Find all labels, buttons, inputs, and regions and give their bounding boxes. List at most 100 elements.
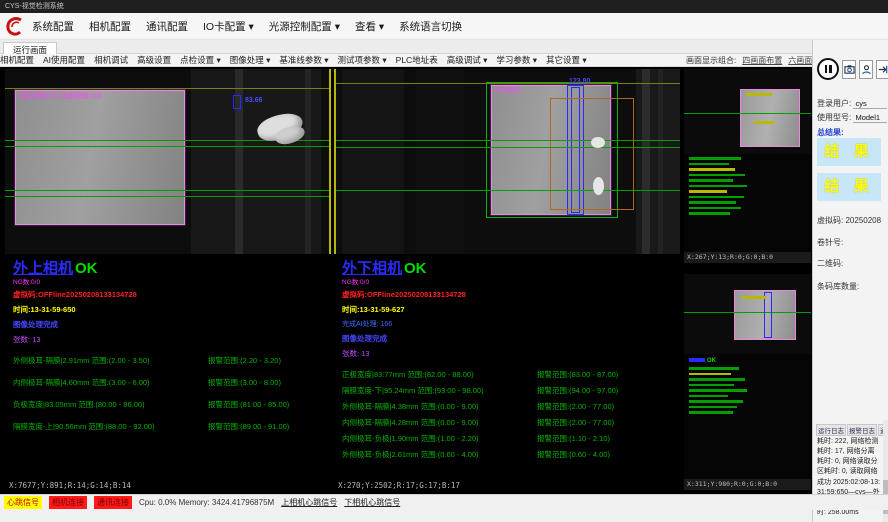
toolbar-item[interactable]: 点检设置 ▾ bbox=[180, 54, 221, 66]
menu-item[interactable]: 系统语言切换 bbox=[399, 19, 462, 34]
time-line: 时间:13-31-59-650 bbox=[13, 304, 329, 315]
menu-item[interactable]: 系统配置 bbox=[32, 19, 74, 34]
machine-background bbox=[342, 69, 404, 254]
alarm-range: 报警范围:(2.00 - 77.00) bbox=[537, 417, 614, 428]
measure-marker bbox=[764, 292, 772, 338]
roi-rect-secondary bbox=[550, 98, 634, 210]
measurement-rows: 外侧极耳-隔膜|2.91mm 范围:(2.00 - 3.50) 报警范围:(2.… bbox=[13, 355, 329, 432]
camera-view-outer-lower[interactable]: AI检测区 123.80 外下相机OK NG数:0/0 虚拟码:OFFline2… bbox=[334, 69, 680, 492]
status-bar: 心跳信号 相机连接 通讯连接 Cpu: 0.0% Memory: 3424.41… bbox=[0, 494, 888, 510]
alarm-range: 报警范围:(81.00 - 85.00) bbox=[208, 399, 289, 410]
pause-button[interactable] bbox=[817, 58, 839, 80]
camera-image-small-top[interactable] bbox=[684, 69, 811, 154]
virtual-code-value: 20250208 bbox=[845, 216, 881, 225]
pixel-coords-readout: X:7677;Y:891;R:14;G:14;B:14 bbox=[9, 481, 131, 492]
upper-camera-heartbeat-link[interactable]: 上相机心跳信号 bbox=[281, 497, 337, 508]
toolbar-item[interactable]: 相机调试 bbox=[94, 54, 128, 66]
qr-label: 二维码: bbox=[817, 259, 843, 268]
machine-bar bbox=[642, 69, 650, 254]
measurement-value: 正极宽度|83.77mm 范围:(82.00 - 88.00) bbox=[342, 369, 537, 380]
toolbar-item[interactable]: PLC地址表 bbox=[396, 54, 438, 66]
toolbar-item[interactable]: 图像处理 ▾ bbox=[230, 54, 271, 66]
layout-selector: 画面显示组合: 四画面布置 六画面布置 bbox=[686, 54, 828, 67]
model-value[interactable]: Model1 bbox=[853, 113, 887, 123]
measurement-value: 内侧极耳-负极|1.90mm 范围:(1.00 - 2.20) bbox=[342, 433, 537, 444]
menu-item[interactable]: 相机配置 bbox=[89, 19, 131, 34]
threshold-overlay-label: 固定阈值:93, 动态阈值:100 bbox=[19, 91, 102, 101]
alarm-range: 报警范围:(0.60 - 4.00) bbox=[537, 449, 610, 460]
measurement-row: 隔膜宽度-下|95.24mm 范围:(93.00 - 98.00) 报警范围:(… bbox=[342, 385, 678, 396]
toolbar-item[interactable]: 基准线参数 ▾ bbox=[279, 54, 328, 66]
menu-item[interactable]: 查看 ▾ bbox=[355, 19, 384, 34]
measurement-row: 隔膜宽度-上|90.56mm 范围:(88.00 - 92.00) 报警范围:(… bbox=[13, 421, 329, 432]
result-display-lower: 结 果 bbox=[817, 173, 881, 201]
toolbar-item[interactable]: 高级设置 bbox=[137, 54, 171, 66]
user-tool-button[interactable] bbox=[859, 60, 873, 79]
barcode-line: 虚拟码:OFFline20250208133134728 bbox=[342, 289, 678, 300]
measurement-value: 内侧极耳-隔膜|4.28mm 范围:(0.00 - 9.00) bbox=[342, 417, 537, 428]
measure-line bbox=[5, 146, 329, 147]
camera-view-small-bottom[interactable]: OK X:311;Y:980;R:0;G:0;B:0 bbox=[684, 274, 811, 490]
film-region bbox=[740, 89, 800, 147]
alarm-range: 报警范围:(89.00 - 91.00) bbox=[208, 421, 289, 432]
cpu-memory-readout: Cpu: 0.0% Memory: 3424.41796875M bbox=[139, 498, 274, 507]
needle-row: 卷针号: bbox=[817, 237, 885, 248]
reflection-spot bbox=[591, 137, 605, 148]
lower-camera-heartbeat-link[interactable]: 下相机心跳信号 bbox=[344, 497, 400, 508]
pixel-coords-readout: X:270;Y:2502;R:17;G:17;B:17 bbox=[338, 481, 460, 492]
process-done-line: 图像处理完成 bbox=[342, 333, 678, 344]
log-tab[interactable]: 运行日志 bbox=[816, 424, 846, 436]
ai-process-line: 完成AI处理: 166 bbox=[342, 319, 678, 329]
camera-image-outer-lower[interactable]: AI检测区 123.80 bbox=[334, 69, 680, 254]
toolbar: 相机配置 AI使用配置相机调试高级设置点检设置 ▾ 图像处理 ▾ 基准线参数 ▾ 测试项… bbox=[0, 54, 888, 67]
camera-view-outer-upper[interactable]: 固定阈值:93, 动态阈值:100 83.66 外上相机OK NG数:0/0 虚… bbox=[5, 69, 331, 492]
virtual-code-label: 虚拟码: bbox=[817, 216, 843, 225]
alarm-range: 报警范围:(2.00 - 77.00) bbox=[537, 401, 614, 412]
reflection-spot bbox=[593, 177, 604, 195]
model-label: 使用型号: bbox=[817, 113, 851, 122]
toolbar-item[interactable]: 相机配置 bbox=[0, 54, 34, 66]
frame-count-line: 张数: 13 bbox=[13, 334, 329, 345]
mini-label bbox=[742, 296, 766, 299]
film-region bbox=[15, 90, 185, 225]
alarm-range: 报警范围:(83.00 - 87.00) bbox=[537, 369, 618, 380]
frame-count-line: 张数: 13 bbox=[342, 348, 678, 359]
toolbar-item[interactable]: 学习参数 ▾ bbox=[496, 54, 537, 66]
measurement-rows: 正极宽度|83.77mm 范围:(82.00 - 88.00) 报警范围:(83… bbox=[342, 369, 678, 460]
menu-item[interactable]: IO卡配置 ▾ bbox=[203, 19, 254, 34]
toolbar-item[interactable]: AI使用配置 bbox=[43, 54, 85, 66]
layout-option-1[interactable]: 四画面布置 bbox=[742, 55, 782, 66]
log-tab[interactable]: 报警日志 bbox=[847, 424, 877, 436]
right-control-panel: 登录用户: cys 使用型号: Model1 总结果: 结 果 结 果 虚拟码:… bbox=[812, 40, 888, 522]
measurement-value: 外侧极耳-负极|2.61mm 范围:(0.60 - 4.00) bbox=[342, 449, 537, 460]
measurement-value: 内侧极耳-隔膜|4.60mm 范围:(3.00 - 6.00) bbox=[13, 377, 208, 388]
camera-tool-button[interactable] bbox=[842, 60, 856, 79]
exit-tool-button[interactable] bbox=[876, 60, 888, 79]
model-row: 使用型号: Model1 bbox=[817, 112, 885, 123]
toolbar-item[interactable]: 高级调试 ▾ bbox=[447, 54, 488, 66]
camera-image-small-bottom[interactable] bbox=[684, 274, 811, 354]
log-tabs: 运行日志报警日志通讯日志 bbox=[816, 424, 888, 436]
camera-image-outer-upper[interactable]: 固定阈值:93, 动态阈值:100 83.66 bbox=[5, 69, 331, 254]
measurement-value: 隔膜宽度-上|90.56mm 范围:(88.00 - 92.00) bbox=[13, 421, 208, 432]
alarm-range: 报警范围:(2.20 - 3.20) bbox=[208, 355, 281, 366]
camera-conn-badge: 相机连接 bbox=[49, 496, 87, 509]
measurement-value: 外侧极耳-隔膜|4.38mm 范围:(0.00 - 9.00) bbox=[342, 401, 537, 412]
mini-text-lines bbox=[684, 157, 811, 215]
menu-bar: 系统配置相机配置通讯配置 IO卡配置 ▾ 光源控制配置 ▾ 查看 ▾ 系统语言切换 bbox=[0, 13, 888, 40]
measure-value-label: 123.80 bbox=[569, 78, 590, 85]
barcode-lib-label: 条码库数量: bbox=[817, 282, 859, 291]
reference-line bbox=[5, 88, 329, 89]
time-line: 时间:13-31-59-627 bbox=[342, 304, 678, 315]
camera-view-small-top[interactable]: X:267;Y:13;R:0;G:0;B:0 bbox=[684, 69, 811, 263]
measurement-row: 外侧极耳-负极|2.61mm 范围:(0.60 - 4.00) 报警范围:(0.… bbox=[342, 449, 678, 460]
mini-label bbox=[746, 93, 772, 96]
menu-item[interactable]: 光源控制配置 ▾ bbox=[269, 19, 340, 34]
measurement-value: 外侧极耳-隔膜|2.91mm 范围:(2.00 - 3.50) bbox=[13, 355, 208, 366]
result-text-block: 外上相机OK NG数:0/0 虚拟码:OFFline20250208133134… bbox=[13, 257, 329, 479]
menu-item[interactable]: 通讯配置 bbox=[146, 19, 188, 34]
barcode-lib-row: 条码库数量: bbox=[817, 281, 885, 292]
layout-label: 画面显示组合: bbox=[686, 55, 736, 66]
toolbar-item[interactable]: 测试项参数 ▾ bbox=[338, 54, 387, 66]
toolbar-item[interactable]: 其它设置 ▾ bbox=[546, 54, 587, 66]
